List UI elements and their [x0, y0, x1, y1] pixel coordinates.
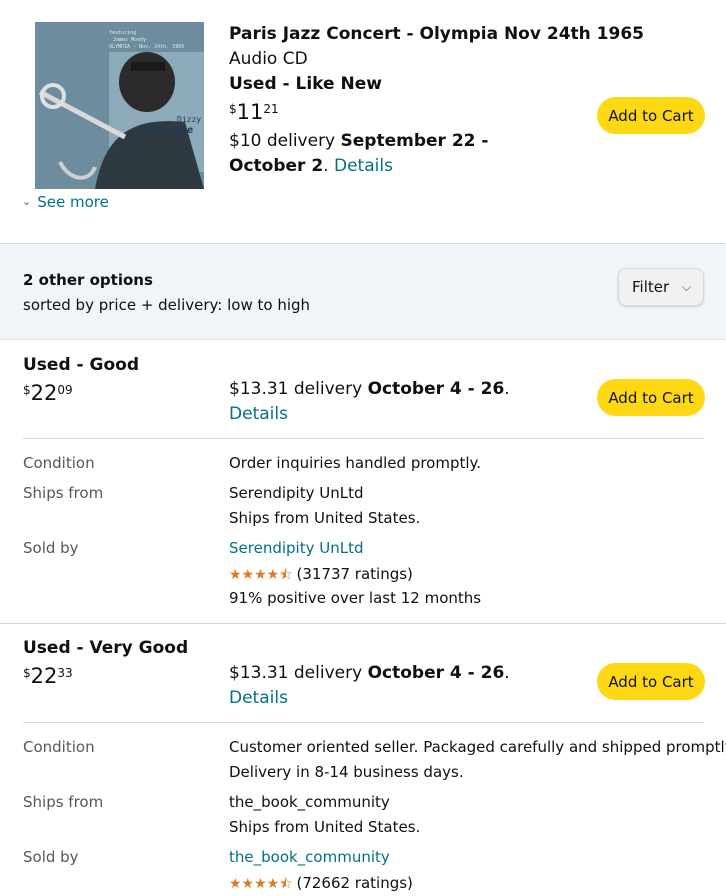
- product-header: featuring James Moody OLYMPIA - Nov. 24t…: [0, 0, 726, 243]
- filter-label: Filter: [632, 278, 670, 296]
- seller-rating[interactable]: ★★★★⯪ (31737 ratings): [229, 564, 413, 588]
- add-to-cart-button[interactable]: Add to Cart: [597, 663, 705, 700]
- price-whole: 22: [30, 664, 58, 688]
- condition-note: Customer oriented seller. Packaged caref…: [229, 738, 726, 756]
- svg-text:Dizzy: Dizzy: [177, 115, 201, 124]
- divider: [23, 722, 704, 723]
- price-symbol: $: [229, 102, 237, 116]
- delivery-suffix: .: [504, 663, 510, 683]
- svg-text:featuring: featuring: [109, 30, 136, 36]
- delivery-prefix: $13.31 delivery: [229, 379, 368, 399]
- ships-from-value: Serendipity UnLtd: [229, 484, 364, 502]
- ratings-count: (72662 ratings): [296, 874, 413, 892]
- delivery-dates: October 4 - 26: [367, 379, 505, 399]
- svg-text:Gillespie: Gillespie: [139, 124, 193, 136]
- album-cover-art: featuring James Moody OLYMPIA - Nov. 24t…: [35, 22, 204, 189]
- offer-price: $2233: [23, 664, 73, 688]
- delivery-dates: October 4 - 26: [367, 663, 505, 683]
- condition-note: Order inquiries handled promptly.: [229, 454, 482, 472]
- ships-from-label: Ships from: [23, 484, 104, 502]
- star-rating-icon: ★★★★⯪: [229, 876, 293, 892]
- price-whole: 22: [30, 381, 58, 405]
- seller-rating[interactable]: ★★★★⯪ (72662 ratings): [229, 873, 413, 896]
- delivery-prefix: $13.31 delivery: [229, 663, 368, 683]
- chevron-down-icon: ⌵: [681, 280, 691, 294]
- offer-condition: Used - Very Good: [23, 638, 189, 658]
- delivery-suffix: .: [504, 379, 510, 399]
- product-format: Audio CD: [229, 49, 308, 69]
- offer-price: $2209: [23, 381, 73, 405]
- product-title: Paris Jazz Concert - Olympia Nov 24th 19…: [229, 24, 644, 44]
- options-count: 2 other options: [23, 271, 153, 289]
- offer-delivery: $13.31 delivery October 4 - 26. Details: [229, 661, 510, 711]
- product-delivery: $10 delivery September 22 - October 2. D…: [229, 129, 529, 179]
- offer-card: Used - Very Good $2233 $13.31 delivery O…: [0, 624, 726, 896]
- ships-from-label: Ships from: [23, 793, 104, 811]
- divider: [23, 438, 704, 439]
- condition-note: Delivery in 8-14 business days.: [229, 763, 464, 781]
- see-more-label: See more: [37, 193, 109, 211]
- price-fraction: 33: [57, 666, 73, 680]
- offer-delivery: $13.31 delivery October 4 - 26. Details: [229, 377, 510, 427]
- product-price: $1121: [229, 100, 279, 124]
- condition-label: Condition: [23, 738, 95, 756]
- seller-positive: 91% positive over last 12 months: [229, 589, 482, 607]
- delivery-details-link[interactable]: Details: [229, 686, 510, 711]
- seller-link[interactable]: Serendipity UnLtd: [229, 539, 363, 557]
- delivery-suffix: .: [323, 156, 334, 176]
- delivery-prefix: $10 delivery: [229, 131, 341, 151]
- price-fraction: 09: [57, 383, 73, 397]
- svg-text:OLYMPIA - Nov. 24th. 1965: OLYMPIA - Nov. 24th. 1965: [109, 44, 184, 50]
- offer-card: Used - Good $2209 $13.31 delivery Octobe…: [0, 340, 726, 623]
- price-symbol: $: [23, 383, 31, 397]
- ships-from-country: Ships from United States.: [229, 509, 421, 527]
- svg-text:James Moody: James Moody: [113, 37, 146, 43]
- chevron-down-icon: ⌄: [22, 195, 32, 208]
- sold-by-label: Sold by: [23, 848, 79, 866]
- price-whole: 11: [236, 100, 264, 124]
- other-options-bar: 2 other options sorted by price + delive…: [0, 243, 726, 340]
- delivery-details-link[interactable]: Details: [229, 402, 510, 427]
- options-sort-label: sorted by price + delivery: low to high: [23, 296, 311, 314]
- filter-button[interactable]: Filter ⌵: [618, 268, 704, 306]
- ratings-count: (31737 ratings): [296, 565, 413, 583]
- album-cover-image[interactable]: featuring James Moody OLYMPIA - Nov. 24t…: [35, 22, 204, 189]
- ships-from-value: the_book_community: [229, 793, 390, 811]
- condition-label: Condition: [23, 454, 95, 472]
- sold-by-label: Sold by: [23, 539, 79, 557]
- product-condition: Used - Like New: [229, 74, 382, 94]
- delivery-details-link[interactable]: Details: [334, 156, 393, 176]
- offer-condition: Used - Good: [23, 355, 139, 375]
- price-symbol: $: [23, 666, 31, 680]
- star-rating-icon: ★★★★⯪: [229, 567, 293, 583]
- price-fraction: 21: [263, 102, 279, 116]
- see-more-link[interactable]: ⌄ See more: [22, 193, 109, 211]
- add-to-cart-button[interactable]: Add to Cart: [597, 97, 705, 134]
- ships-from-country: Ships from United States.: [229, 818, 421, 836]
- seller-link[interactable]: the_book_community: [229, 848, 390, 866]
- add-to-cart-button[interactable]: Add to Cart: [597, 379, 705, 416]
